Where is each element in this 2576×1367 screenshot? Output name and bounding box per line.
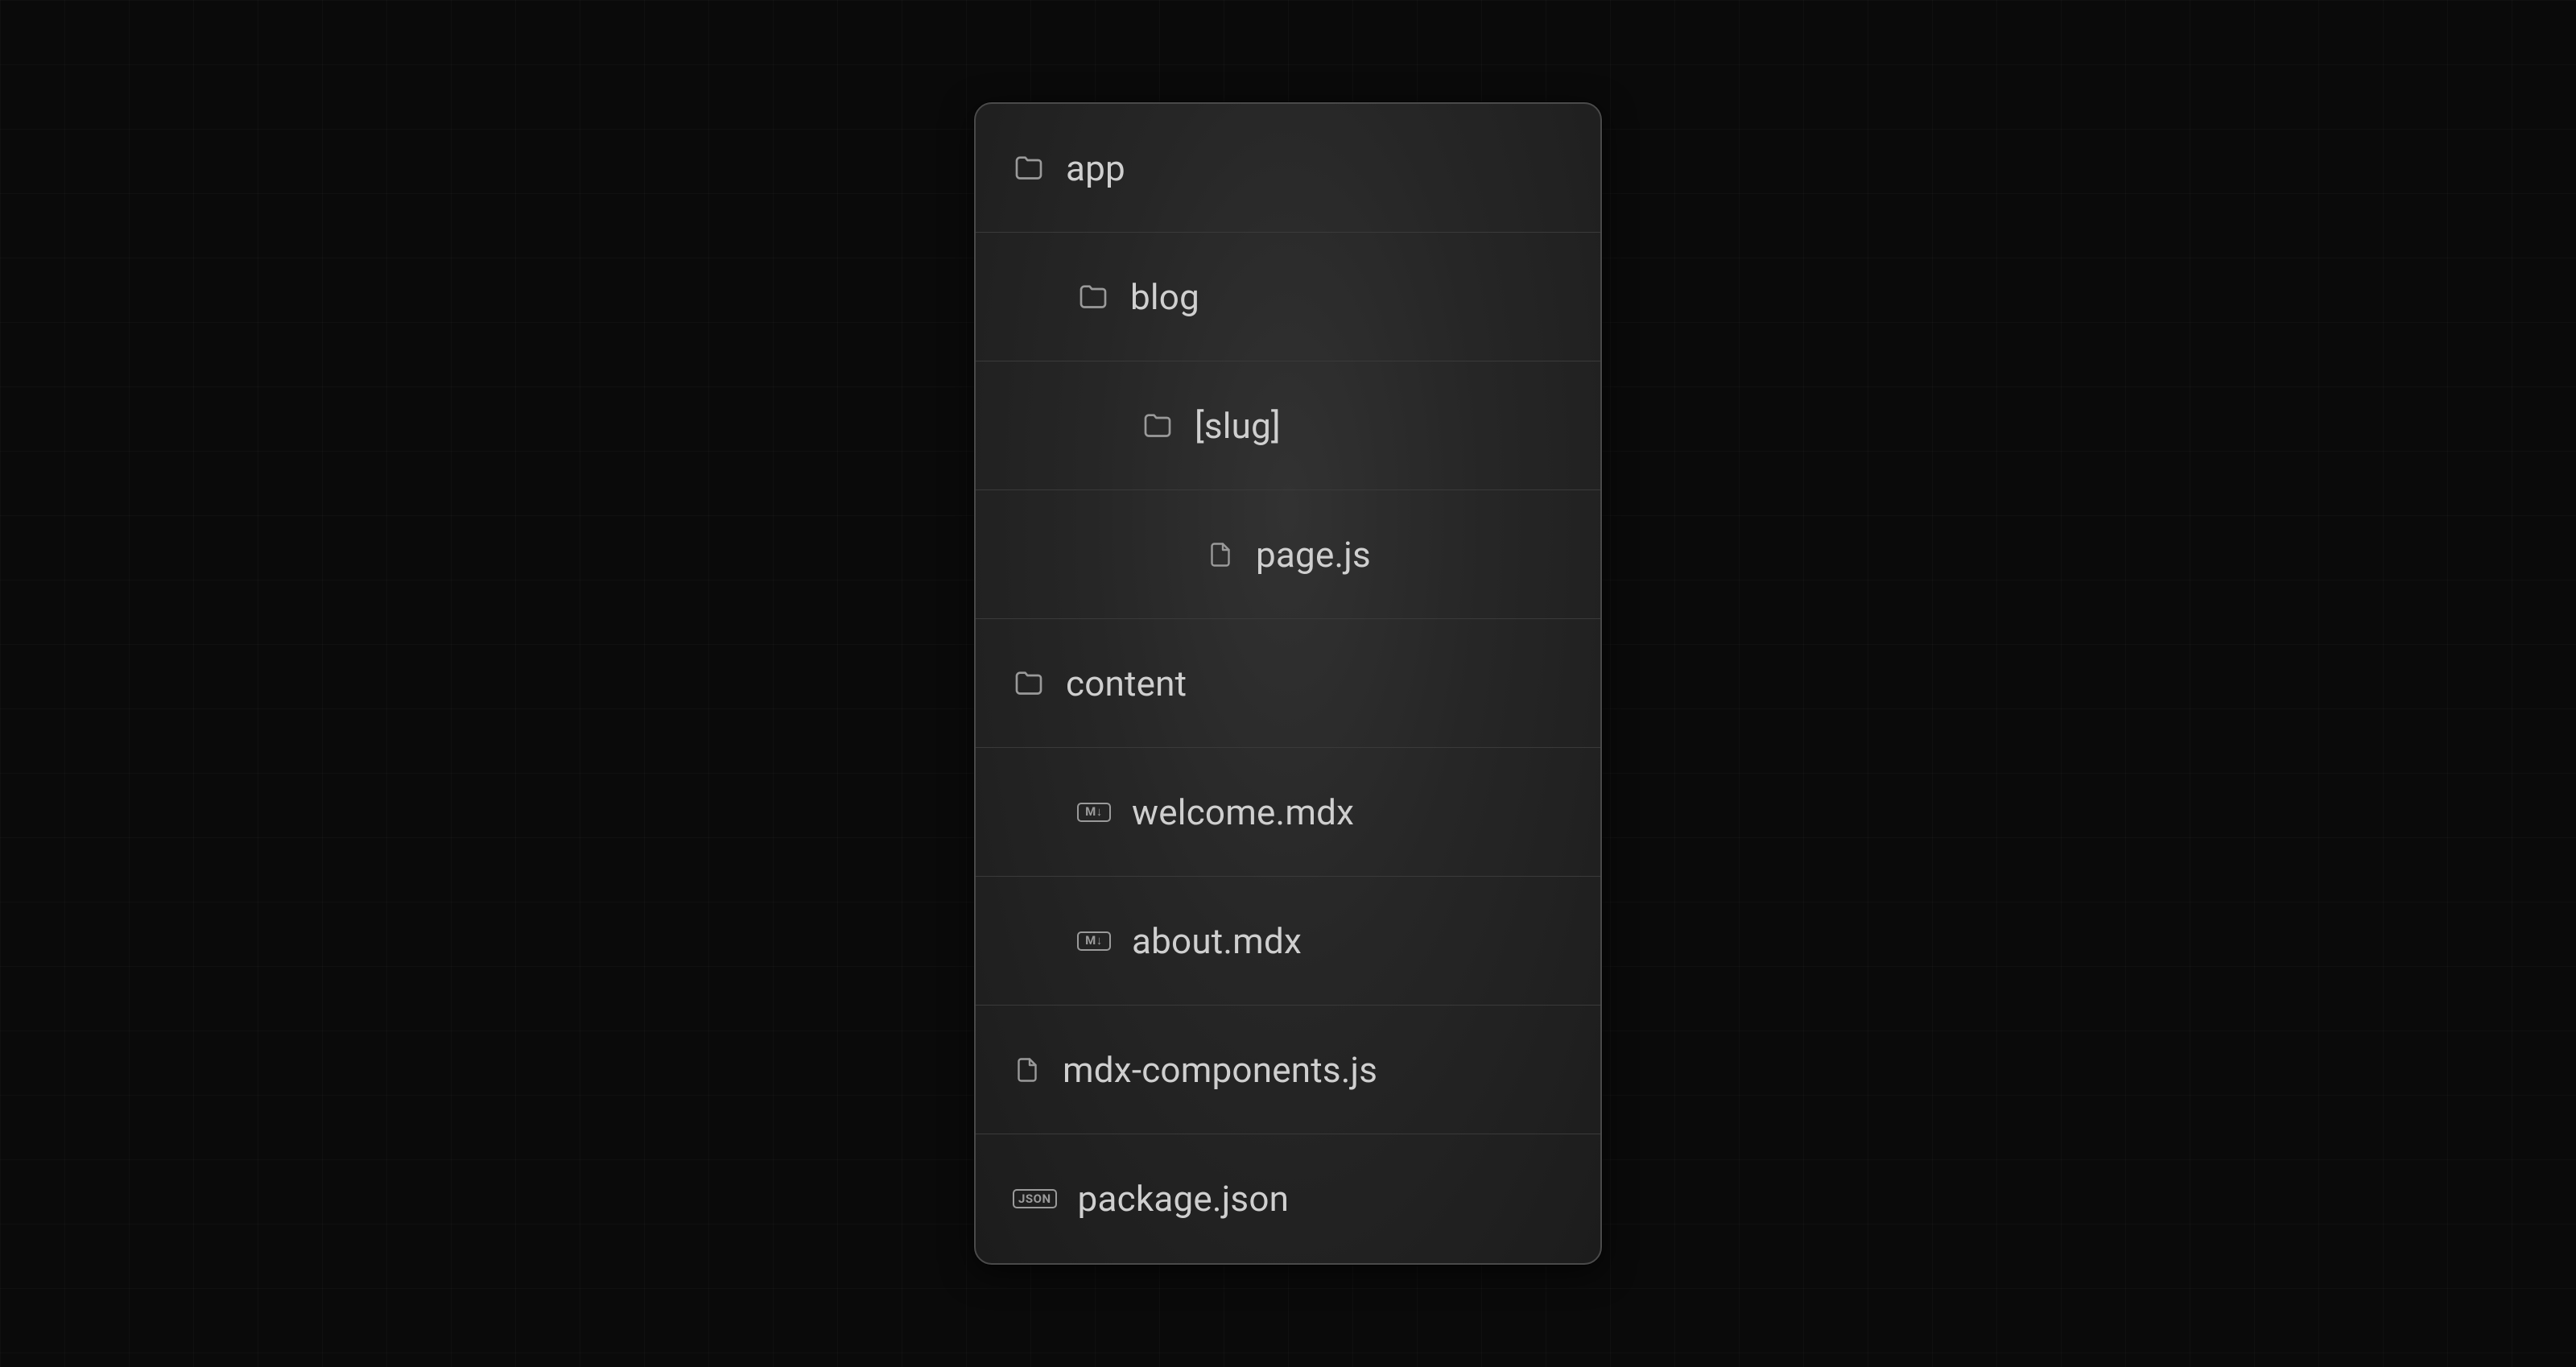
file-icon <box>1206 540 1235 569</box>
tree-row-label: welcome.mdx <box>1132 791 1354 833</box>
tree-row-label: [slug] <box>1195 405 1281 447</box>
folder-icon <box>1141 410 1174 442</box>
folder-icon <box>1013 667 1045 700</box>
markdown-icon: M↓ <box>1077 931 1111 951</box>
tree-row-label: blog <box>1130 276 1199 318</box>
tree-row-file: M↓ about.mdx <box>976 877 1600 1006</box>
file-icon <box>1013 1055 1042 1084</box>
tree-row-label: app <box>1066 147 1125 189</box>
folder-icon <box>1077 281 1109 313</box>
tree-row-label: package.json <box>1078 1178 1290 1220</box>
tree-row-file: JSON package.json <box>976 1134 1600 1263</box>
tree-row-folder: [slug] <box>976 361 1600 490</box>
tree-row-file: M↓ welcome.mdx <box>976 748 1600 877</box>
tree-row-folder: app <box>976 104 1600 233</box>
file-tree-panel: app blog [slug] page.js content M↓ welco… <box>974 102 1602 1265</box>
json-icon: JSON <box>1013 1189 1057 1208</box>
tree-row-folder: blog <box>976 233 1600 361</box>
tree-row-file: mdx-components.js <box>976 1006 1600 1134</box>
folder-icon <box>1013 152 1045 184</box>
tree-row-label: about.mdx <box>1132 920 1302 962</box>
tree-row-label: content <box>1066 663 1187 704</box>
tree-row-label: mdx-components.js <box>1063 1049 1377 1091</box>
tree-row-folder: content <box>976 619 1600 748</box>
markdown-icon: M↓ <box>1077 803 1111 822</box>
tree-row-file: page.js <box>976 490 1600 619</box>
tree-row-label: page.js <box>1256 534 1371 576</box>
